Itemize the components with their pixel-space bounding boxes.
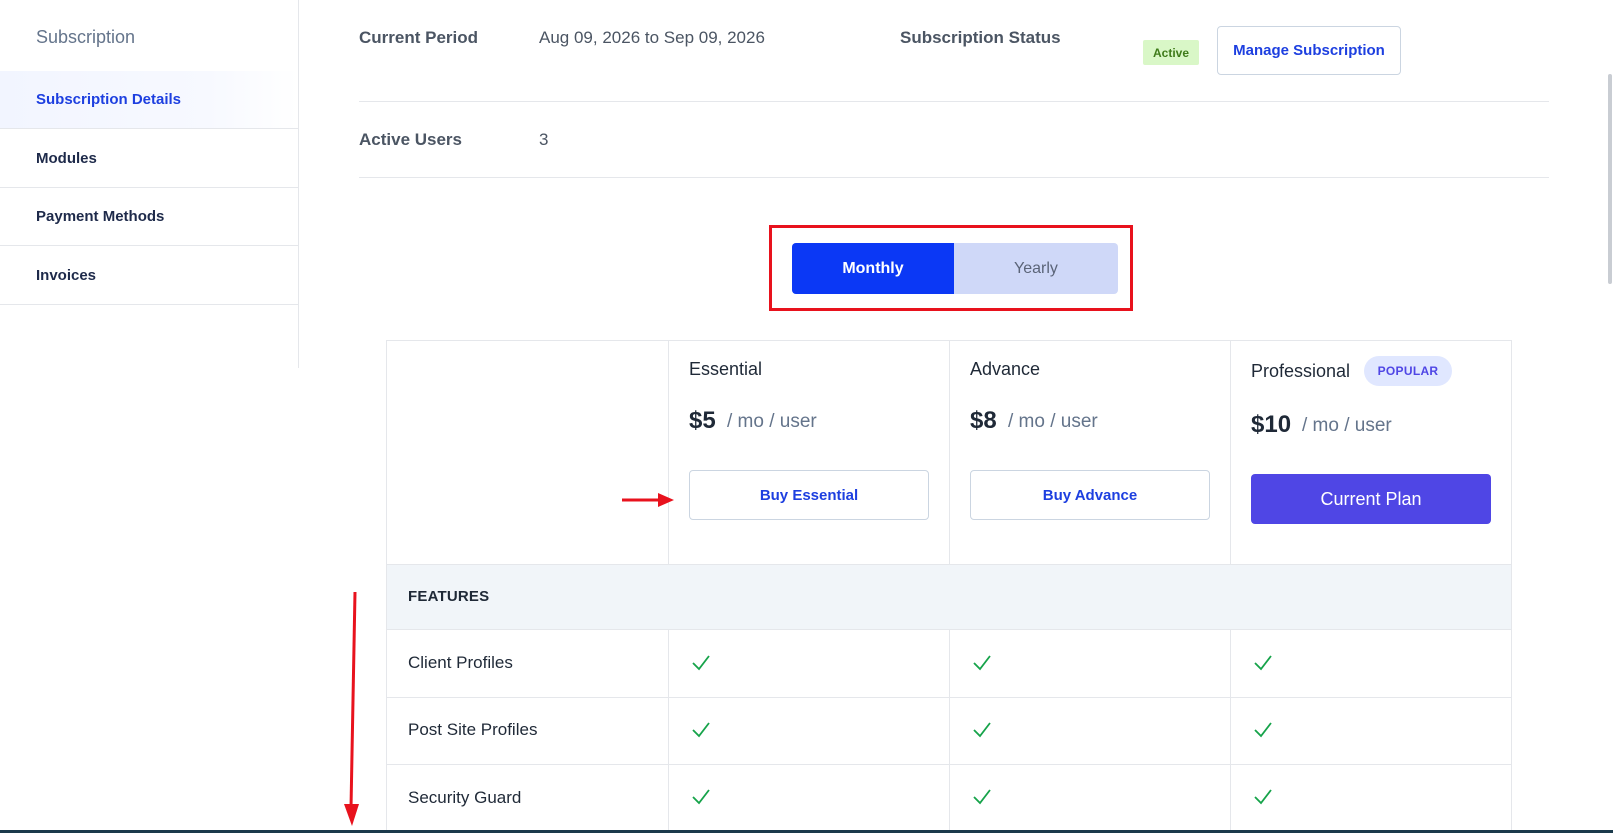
plan-per-professional: / mo / user bbox=[1302, 415, 1392, 436]
plan-price-advance: $8 bbox=[970, 407, 997, 434]
sidebar: Subscription Subscription Details Module… bbox=[0, 0, 298, 833]
row-divider bbox=[386, 629, 1512, 630]
plan-name-essential: Essential bbox=[689, 359, 763, 379]
buy-essential-button[interactable]: Buy Essential bbox=[689, 470, 929, 520]
sidebar-item-label: Subscription Details bbox=[36, 91, 182, 108]
toggle-monthly[interactable]: Monthly bbox=[792, 243, 954, 294]
sidebar-item-label: Modules bbox=[36, 150, 97, 167]
row-divider bbox=[386, 764, 1512, 765]
sidebar-item-modules[interactable]: Modules bbox=[0, 130, 298, 188]
plan-price-professional: $10 bbox=[1251, 411, 1292, 438]
sidebar-divider bbox=[298, 0, 299, 368]
toggle-yearly[interactable]: Yearly bbox=[954, 243, 1118, 294]
sidebar-item-payment-methods[interactable]: Payment Methods bbox=[0, 188, 298, 246]
manage-subscription-button[interactable]: Manage Subscription bbox=[1217, 26, 1401, 75]
current-period-label: Current Period bbox=[359, 28, 479, 47]
buy-advance-button[interactable]: Buy Advance bbox=[970, 470, 1210, 520]
subscription-status-label: Subscription Status bbox=[900, 28, 1061, 47]
sidebar-item-invoices[interactable]: Invoices bbox=[0, 247, 298, 305]
plan-price-essential: $5 bbox=[689, 407, 716, 434]
sidebar-item-label: Invoices bbox=[36, 267, 97, 284]
row-divider bbox=[386, 697, 1512, 698]
check-icon bbox=[692, 722, 710, 738]
check-icon bbox=[692, 789, 710, 805]
features-header: FEATURES bbox=[408, 588, 490, 605]
scrollbar-thumb[interactable] bbox=[1608, 74, 1612, 284]
plan-name-advance: Advance bbox=[970, 359, 1041, 379]
check-icon bbox=[973, 655, 991, 671]
divider bbox=[359, 177, 1549, 178]
check-icon bbox=[973, 722, 991, 738]
plan-per-essential: / mo / user bbox=[727, 411, 817, 432]
row-divider bbox=[386, 564, 1512, 565]
status-badge: Active bbox=[1143, 40, 1199, 65]
plan-per-advance: / mo / user bbox=[1008, 411, 1098, 432]
check-icon bbox=[1254, 789, 1272, 805]
current-plan-button[interactable]: Current Plan bbox=[1251, 474, 1491, 524]
feature-name: Post Site Profiles bbox=[408, 720, 538, 739]
check-icon bbox=[973, 789, 991, 805]
billing-period-toggle: Monthly Yearly bbox=[792, 243, 1118, 294]
annotation-arrow-down-icon bbox=[344, 591, 359, 826]
check-icon bbox=[692, 655, 710, 671]
sidebar-title: Subscription bbox=[36, 27, 136, 47]
check-icon bbox=[1254, 722, 1272, 738]
sidebar-item-label: Payment Methods bbox=[36, 208, 165, 225]
plan-name-professional: Professional bbox=[1251, 361, 1351, 381]
feature-name: Security Guard bbox=[408, 788, 522, 807]
active-users-value: 3 bbox=[539, 130, 549, 149]
check-icon bbox=[1254, 655, 1272, 671]
feature-name: Client Profiles bbox=[408, 653, 513, 672]
divider bbox=[359, 101, 1549, 102]
popular-badge: POPULAR bbox=[1364, 356, 1452, 386]
sidebar-item-subscription-details[interactable]: Subscription Details bbox=[0, 71, 298, 129]
current-period-value: Aug 09, 2026 to Sep 09, 2026 bbox=[539, 28, 765, 47]
features-header-row bbox=[387, 564, 1511, 629]
active-users-label: Active Users bbox=[359, 130, 463, 149]
